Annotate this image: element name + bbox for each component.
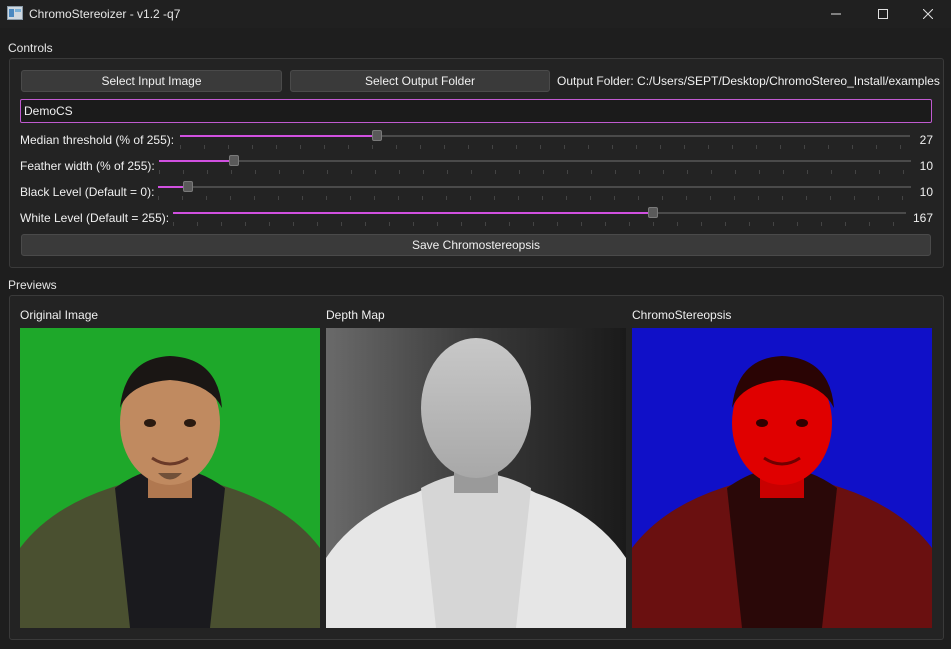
feather-width-value: 10 (919, 159, 933, 173)
name-input[interactable] (20, 99, 932, 123)
close-icon (923, 9, 933, 19)
depth-map-preview (326, 328, 626, 628)
maximize-icon (878, 9, 888, 19)
output-folder-path: Output Folder: C:/Users/SEPT/Desktop/Chr… (557, 74, 940, 88)
median-threshold-slider[interactable] (180, 130, 910, 141)
previews-section-label: Previews (8, 278, 57, 292)
median-threshold-label: Median threshold (% of 255): (20, 133, 175, 147)
black-level-slider[interactable] (158, 181, 911, 192)
minimize-button[interactable] (813, 0, 859, 28)
black-level-label: Black Level (Default = 0): (20, 185, 155, 199)
maximize-button[interactable] (860, 0, 906, 28)
save-chromostereopsis-button[interactable]: Save Chromostereopsis (21, 234, 931, 256)
original-image-label: Original Image (20, 308, 99, 322)
chromostereopsis-preview (632, 328, 932, 628)
median-threshold-fill (180, 135, 377, 137)
feather-width-ticks (159, 170, 911, 174)
white-level-handle[interactable] (648, 207, 658, 218)
median-threshold-ticks (180, 145, 910, 149)
white-level-value: 167 (912, 211, 933, 225)
feather-width-fill (159, 160, 234, 162)
title-bar: ChromoStereoizer - v1.2 -q7 (0, 0, 951, 28)
black-level-handle[interactable] (183, 181, 193, 192)
select-output-folder-button[interactable]: Select Output Folder (290, 70, 550, 92)
median-threshold-handle[interactable] (372, 130, 382, 141)
depth-map-label: Depth Map (326, 308, 385, 322)
controls-section-label: Controls (8, 41, 53, 55)
white-level-label: White Level (Default = 255): (20, 211, 170, 225)
window-title: ChromoStereoizer - v1.2 -q7 (29, 7, 181, 21)
black-level-value: 10 (919, 185, 933, 199)
white-level-slider[interactable] (173, 207, 906, 218)
feather-width-label: Feather width (% of 255): (20, 159, 155, 173)
app-icon (7, 6, 23, 20)
select-input-image-button[interactable]: Select Input Image (21, 70, 282, 92)
black-level-ticks (158, 196, 911, 200)
feather-width-handle[interactable] (229, 155, 239, 166)
close-button[interactable] (905, 0, 951, 28)
white-level-fill (173, 212, 653, 214)
minimize-icon (831, 13, 841, 15)
feather-width-slider[interactable] (159, 155, 911, 166)
original-image-preview (20, 328, 320, 628)
chromostereopsis-label: ChromoStereopsis (632, 308, 732, 322)
median-threshold-value: 27 (919, 133, 933, 147)
white-level-ticks (173, 222, 906, 226)
